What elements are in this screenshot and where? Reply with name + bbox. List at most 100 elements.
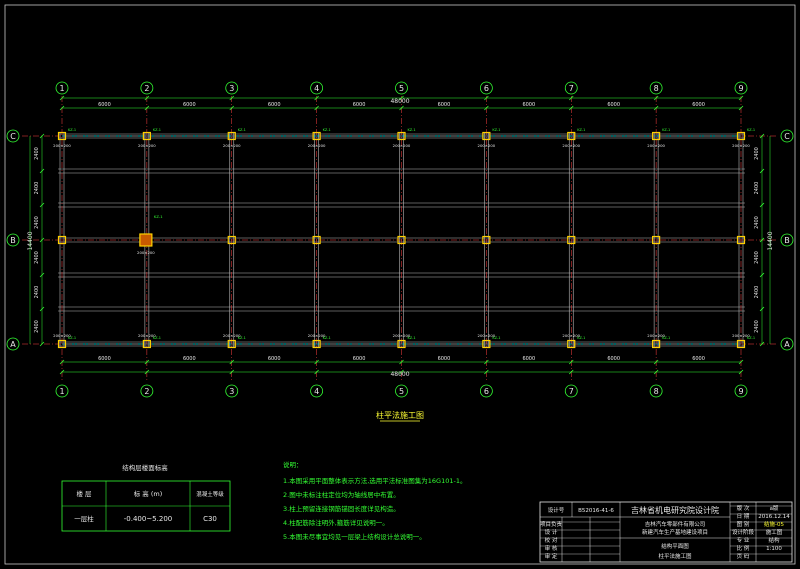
institute-name: 吉林省机电研究院设计院 (631, 505, 719, 515)
table-cell-concrete: C30 (203, 515, 217, 523)
column-tag: KZ-1 (662, 128, 670, 132)
axis-label: C (10, 132, 16, 141)
column-size-label: 200×200 (138, 333, 156, 338)
dimension-text: 6000 (522, 356, 535, 362)
tb-discipline: 结构 (768, 536, 780, 544)
title-block: 设计号 B52016-41-6 吉林省机电研究院设计院 吉林汽车零部件有限公司 … (539, 501, 793, 563)
column-tag: KZ-1 (408, 128, 416, 132)
axis-label: A (10, 340, 16, 349)
column-size-label: 200×200 (732, 143, 750, 148)
axis-label: 3 (229, 387, 234, 396)
column-size-label: 200×200 (53, 333, 71, 338)
dimension-text: 6000 (353, 356, 366, 362)
drawing-name-2: 柱平法施工图 (658, 552, 692, 560)
note-item: 4.柱配筋除注明外,箍筋详见说明一。 (283, 518, 389, 527)
project-no: B52016-41-6 (578, 508, 614, 514)
column-tag: KZ-1 (747, 128, 755, 132)
column-size-label: 200×200 (647, 333, 665, 338)
structural-drawing-canvas: 6000 6000 6000 6000 6000 6000 6000 6000 6000 6000… (4, 4, 796, 565)
tb-label-discipline: 专 业 (737, 536, 750, 544)
tb-label-stage: 设计阶段 (732, 528, 755, 536)
column-size-label: 200×200 (308, 333, 326, 338)
axis-label: 1 (59, 84, 64, 93)
overall-dimension-left: 14400 (27, 231, 34, 250)
note-item: 2.图中未标注柱定位均为轴线居中布置。 (283, 490, 400, 499)
dimension-text: 6000 (522, 102, 535, 108)
table-header-floor: 楼 层 (76, 489, 92, 498)
tb-label-type: 图 别 (737, 520, 750, 528)
dimension-text: 2400 (754, 147, 760, 160)
tb-row-label: 项目负责 (540, 520, 563, 528)
tb-label-version: 版 次 (737, 504, 750, 512)
table-title: 结构层楼面标高 (122, 463, 168, 472)
dimension-text: 6000 (268, 356, 281, 362)
dimension-text: 6000 (268, 102, 281, 108)
axis-label: 7 (569, 84, 574, 93)
axis-bubble-layer: 1 1 2 2 3 3 4 4 5 5 6 6 7 7 8 8 9 9 C C B B A A (6, 81, 794, 398)
axis-label: 6 (484, 387, 489, 396)
column-size-label: 200×200 (138, 143, 156, 148)
table-header-concrete: 混凝土等级 (196, 490, 224, 498)
column-size-label: 200×200 (647, 143, 665, 148)
column-tag: KZ-1 (323, 128, 331, 132)
tb-label-scale: 比 例 (737, 544, 750, 552)
dimension-text: 6000 (353, 102, 366, 108)
column-tag: KZ-1 (68, 128, 76, 132)
dimension-text: 2400 (754, 320, 760, 333)
dimension-text: 6000 (438, 356, 451, 362)
tb-row-label: 设 计 (545, 528, 558, 536)
dimension-text: 6000 (98, 356, 111, 362)
column-tag: KZ-1 (153, 128, 161, 132)
column-size-label: 200×200 (223, 333, 241, 338)
axis-label: 7 (569, 387, 574, 396)
dimension-text: 2400 (34, 147, 40, 160)
axis-label: 4 (314, 84, 319, 93)
axis-label: 6 (484, 84, 489, 93)
axis-label: B (784, 236, 790, 245)
tb-row-label: 校 对 (545, 536, 558, 544)
overall-dimension-top: 48000 (390, 98, 409, 105)
dimension-text: 2400 (754, 251, 760, 264)
overall-dimension-right: 14400 (767, 231, 774, 250)
axis-label: 8 (654, 387, 659, 396)
dimension-text: 2400 (34, 286, 40, 299)
column-size-label: 200×200 (393, 333, 411, 338)
dimension-text: 6000 (183, 356, 196, 362)
table-header-elevation: 标 高 (m) (134, 489, 163, 498)
tb-stage: 施工图 (766, 528, 783, 536)
tb-row-label: 审 核 (545, 544, 558, 552)
note-item: 1.本图采用平面整体表示方法,选用平法标准图集为16G101-1。 (283, 476, 466, 485)
dimension-text: 6000 (183, 102, 196, 108)
axis-label: 5 (399, 387, 404, 396)
axis-label: 8 (654, 84, 659, 93)
dimension-text: 6000 (98, 102, 111, 108)
column-tag: KZ-1 (577, 128, 585, 132)
axis-label: 2 (144, 84, 149, 93)
axis-label: B (10, 236, 16, 245)
drawing-name-1: 结构平面图 (661, 542, 689, 550)
drawing-title: 柱平法施工图 (376, 410, 424, 420)
dimension-text: 2400 (34, 216, 40, 229)
column-size-label: 200×200 (223, 143, 241, 148)
table-cell-elevation: -0.400~5.200 (124, 515, 172, 523)
column-detail-tag: KZ-1 (154, 214, 163, 219)
column-detail-highlight (139, 233, 153, 247)
notes-title: 说明： (283, 460, 303, 469)
dimension-text: 2400 (34, 320, 40, 333)
dimension-text: 6000 (692, 102, 705, 108)
column-size-label: 200×200 (732, 333, 750, 338)
project-name: 新建汽车生产基地建设项目 (642, 528, 708, 536)
tb-version: a版 (770, 504, 779, 512)
dimension-text: 2400 (754, 286, 760, 299)
tb-row-label: 审 定 (545, 552, 558, 560)
overall-dimension-bottom: 48000 (390, 371, 409, 378)
axis-label: C (784, 132, 790, 141)
dimension-text: 6000 (692, 356, 705, 362)
column-size-label: 200×200 (478, 333, 496, 338)
elevation-table: 结构层楼面标高 楼 层 标 高 (m) 混凝土等级 一层柱 -0.400~5.2… (61, 463, 231, 532)
table-cell-floor: 一层柱 (74, 514, 94, 523)
dimension-text: 2400 (754, 216, 760, 229)
column-size-label: 200×200 (478, 143, 496, 148)
dimension-text: 6000 (607, 356, 620, 362)
client-name: 吉林汽车零部件有限公司 (645, 520, 706, 528)
